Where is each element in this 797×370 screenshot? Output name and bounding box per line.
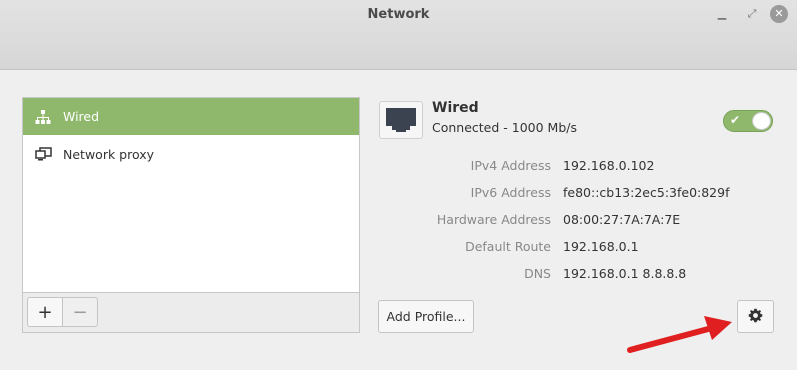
sidebar-item-network-proxy[interactable]: Network proxy (23, 136, 359, 173)
detail-value: 192.168.0.1 (563, 239, 639, 254)
restore-icon[interactable]: ⤢ (744, 6, 760, 22)
detail-key: Default Route (465, 239, 551, 254)
settings-button[interactable] (737, 300, 774, 333)
sidebar-item-label: Wired (63, 109, 100, 124)
network-proxy-icon (23, 147, 63, 162)
connection-toggle[interactable]: ✔ (723, 110, 773, 132)
title-bar: Network ▁ ⤢ ✕ (0, 0, 797, 70)
check-icon: ✔ (730, 113, 741, 127)
minimize-icon[interactable]: ▁ (714, 6, 730, 22)
annotation-arrow-icon (627, 316, 732, 353)
list-toolbar: + − (22, 293, 360, 333)
detail-key: IPv4 Address (470, 158, 551, 173)
close-icon[interactable]: ✕ (770, 5, 788, 23)
detail-key: Hardware Address (436, 212, 551, 227)
remove-connection-button[interactable]: − (62, 297, 98, 327)
sidebar-item-wired[interactable]: Wired (23, 98, 359, 135)
add-connection-button[interactable]: + (27, 297, 63, 327)
detail-row-hardware: Hardware Address 08:00:27:7A:7A:7E (379, 206, 779, 232)
network-wired-icon (23, 109, 63, 125)
gear-icon (748, 308, 763, 326)
add-profile-button[interactable]: Add Profile... (378, 300, 474, 333)
detail-value: 192.168.0.1 8.8.8.8 (563, 266, 687, 281)
sidebar-item-label: Network proxy (63, 147, 155, 162)
detail-row-ipv4: IPv4 Address 192.168.0.102 (379, 152, 779, 178)
detail-value: 08:00:27:7A:7A:7E (563, 212, 681, 227)
connection-list: Wired Network proxy (22, 97, 360, 293)
detail-row-dns: DNS 192.168.0.1 8.8.8.8 (379, 260, 779, 286)
toggle-knob (752, 112, 771, 130)
ethernet-port-icon (379, 101, 423, 139)
device-name: Wired (432, 100, 479, 116)
detail-value: 192.168.0.102 (563, 158, 655, 173)
window-title: Network (367, 7, 430, 22)
detail-key: IPv6 Address (470, 185, 551, 200)
detail-row-default-route: Default Route 192.168.0.1 (379, 233, 779, 259)
detail-row-ipv6: IPv6 Address fe80::cb13:2ec5:3fe0:829f (379, 179, 779, 205)
detail-value: fe80::cb13:2ec5:3fe0:829f (563, 185, 730, 200)
detail-key: DNS (524, 266, 551, 281)
device-status: Connected - 1000 Mb/s (432, 120, 577, 135)
